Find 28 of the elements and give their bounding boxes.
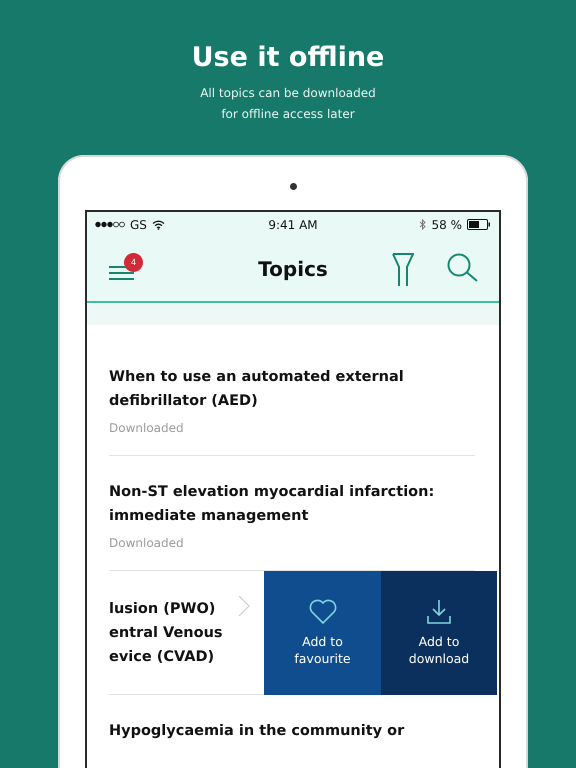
- topic-title: Non-ST elevation myocardial infarction: immediate management: [109, 483, 436, 526]
- status-time: 9:41 AM: [268, 218, 318, 232]
- signal-icon: [95, 221, 125, 228]
- page-title: Topics: [258, 257, 328, 281]
- download-button[interactable]: Add to download: [381, 571, 497, 695]
- download-status: Downloaded: [109, 536, 185, 550]
- wifi-icon: [152, 220, 165, 230]
- topic-item[interactable]: When to use an automated external defibrillator (AED) Downloaded: [109, 341, 475, 456]
- download-status: Downloaded: [109, 421, 185, 435]
- bluetooth-icon: [419, 219, 426, 230]
- camera-icon: [290, 183, 296, 190]
- topic-title[interactable]: lusion (PWO) entral Venous evice (CVAD): [109, 597, 223, 669]
- battery-icon: [466, 219, 491, 230]
- topic-title: When to use an automated external defibrillator (AED): [109, 368, 405, 411]
- download-icon: [426, 599, 452, 625]
- chevron-icon: [238, 595, 250, 617]
- carrier-name: GS: [130, 218, 147, 232]
- notification-badge: 4: [124, 253, 143, 272]
- heart-icon: [308, 599, 336, 625]
- filter-icon[interactable]: [392, 253, 414, 287]
- favourite-button[interactable]: Add to favourite: [264, 571, 381, 695]
- headline: Use it offline: [192, 42, 384, 73]
- subtitle-line: for offline access later: [221, 106, 355, 123]
- subtitle-line: All topics can be downloaded: [200, 85, 376, 102]
- search-icon[interactable]: [447, 253, 479, 283]
- topic-title: Hypoglycaemia in the community or: [109, 722, 406, 741]
- topic-item[interactable]: Hypoglycaemia in the community or: [109, 695, 475, 763]
- battery-percent: 58 %: [431, 218, 462, 232]
